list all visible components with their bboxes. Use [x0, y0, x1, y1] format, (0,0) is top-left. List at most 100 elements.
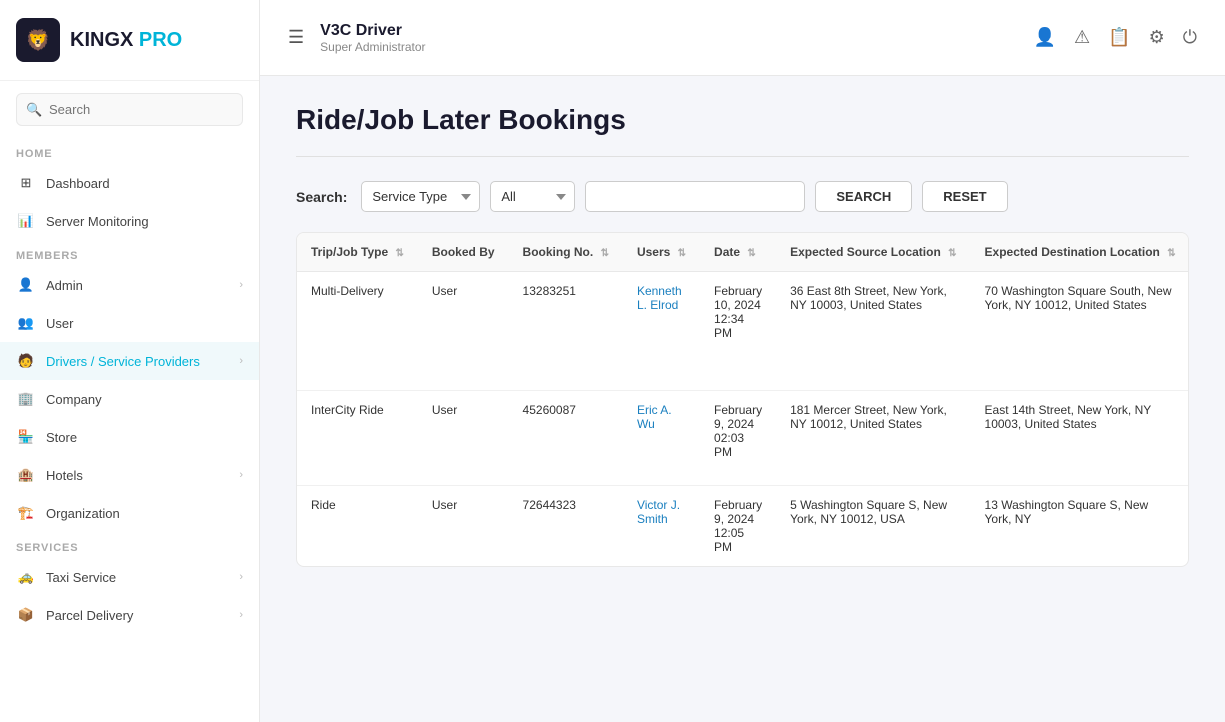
col-date[interactable]: Date ⇅ [700, 233, 776, 272]
sidebar-item-label: Organization [46, 506, 243, 521]
cell-booked-by: User [418, 272, 509, 391]
sort-arrows-date: ⇅ [747, 248, 755, 259]
chevron-icon: › [239, 279, 243, 291]
bookings-table-wrapper: Trip/Job Type ⇅ Booked By Booking No. ⇅ … [296, 232, 1189, 567]
section-label-services: SERVICES [0, 532, 259, 558]
sidebar-item-label: Store [46, 430, 243, 445]
table-row: InterCity Ride User 45260087 Eric A. Wu … [297, 391, 1189, 486]
sidebar-item-user[interactable]: 👥 User [0, 304, 259, 342]
sidebar-item-admin[interactable]: 👤 Admin › [0, 266, 259, 304]
cell-trip-type: InterCity Ride [297, 391, 418, 486]
logo-icon: 🦁 [16, 18, 60, 62]
chevron-icon: › [239, 469, 243, 481]
table-header-row: Trip/Job Type ⇅ Booked By Booking No. ⇅ … [297, 233, 1189, 272]
topbar-left: ☰ V3C Driver Super Administrator [288, 22, 426, 54]
sidebar-item-label: Server Monitoring [46, 214, 243, 229]
user-link[interactable]: Kenneth L. Elrod [637, 284, 682, 312]
menu-icon[interactable]: ☰ [288, 27, 304, 48]
sidebar-item-company[interactable]: 🏢 Company [0, 380, 259, 418]
reset-button[interactable]: RESET [922, 181, 1007, 212]
sidebar-item-label: Hotels [46, 468, 229, 483]
page-title: Ride/Job Later Bookings [296, 104, 1189, 136]
sort-arrows-users: ⇅ [678, 248, 686, 259]
sidebar-item-label: Company [46, 392, 243, 407]
cell-booked-by: User [418, 391, 509, 486]
notes-icon[interactable]: 📋 [1108, 27, 1130, 48]
user-link[interactable]: Eric A. Wu [637, 403, 672, 431]
user-profile-icon[interactable]: 👤 [1034, 27, 1056, 48]
section-label-members: MEMBERS [0, 240, 259, 266]
sort-arrows-trip: ⇅ [395, 248, 403, 259]
sidebar-item-dashboard[interactable]: ⊞ Dashboard [0, 164, 259, 202]
drivers-icon: 🧑 [16, 351, 36, 371]
organization-icon: 🏗️ [16, 503, 36, 523]
cell-destination: 70 Washington Square South, New York, NY… [971, 272, 1189, 391]
chevron-icon: › [239, 609, 243, 621]
cell-source: 36 East 8th Street, New York, NY 10003, … [776, 272, 970, 391]
alert-icon[interactable]: ⚠ [1074, 27, 1090, 48]
col-trip-job-type[interactable]: Trip/Job Type ⇅ [297, 233, 418, 272]
settings-icon[interactable]: ⚙ [1149, 27, 1165, 48]
cell-user: Eric A. Wu [623, 391, 700, 486]
sidebar-item-label: Taxi Service [46, 570, 229, 585]
table-row: Multi-Delivery User 13283251 Kenneth L. … [297, 272, 1189, 391]
cell-user: Kenneth L. Elrod [623, 272, 700, 391]
cell-destination: East 14th Street, New York, NY 10003, Un… [971, 391, 1189, 486]
sidebar-item-label: User [46, 316, 243, 331]
col-destination[interactable]: Expected Destination Location ⇅ [971, 233, 1189, 272]
col-source[interactable]: Expected Source Location ⇅ [776, 233, 970, 272]
content-area: Ride/Job Later Bookings Search: Service … [260, 76, 1225, 722]
sidebar-item-label: Parcel Delivery [46, 608, 229, 623]
cell-booking-no: 72644323 [509, 486, 623, 567]
sort-arrows-dest: ⇅ [1167, 248, 1175, 259]
sidebar-item-label: Admin [46, 278, 229, 293]
chevron-icon: › [239, 355, 243, 367]
cell-booked-by: User [418, 486, 509, 567]
cell-date: February 9, 2024 02:03 PM [700, 391, 776, 486]
all-select[interactable]: All Active Inactive [490, 181, 575, 212]
sidebar-item-drivers-service-providers[interactable]: 🧑 Drivers / Service Providers › [0, 342, 259, 380]
hotels-icon: 🏨 [16, 465, 36, 485]
parcel-icon: 📦 [16, 605, 36, 625]
sidebar-item-organization[interactable]: 🏗️ Organization [0, 494, 259, 532]
search-text-input[interactable] [585, 181, 805, 212]
taxi-icon: 🚕 [16, 567, 36, 587]
search-input[interactable] [16, 93, 243, 126]
server-monitoring-icon: 📊 [16, 211, 36, 231]
service-type-select[interactable]: Service Type Ride InterCity Ride Multi-D… [361, 181, 480, 212]
topbar: ☰ V3C Driver Super Administrator 👤 ⚠ 📋 ⚙… [260, 0, 1225, 76]
sort-arrows-source: ⇅ [948, 248, 956, 259]
cell-booking-no: 45260087 [509, 391, 623, 486]
cell-source: 181 Mercer Street, New York, NY 10012, U… [776, 391, 970, 486]
sidebar-search-wrapper: 🔍 [0, 81, 259, 138]
topbar-driver-name: V3C Driver [320, 22, 425, 40]
sidebar-item-hotels[interactable]: 🏨 Hotels › [0, 456, 259, 494]
cell-trip-type: Multi-Delivery [297, 272, 418, 391]
sidebar-item-parcel-delivery[interactable]: 📦 Parcel Delivery › [0, 596, 259, 634]
sidebar-item-label: Drivers / Service Providers [46, 354, 229, 369]
topbar-title: V3C Driver Super Administrator [320, 22, 425, 54]
cell-trip-type: Ride [297, 486, 418, 567]
sidebar-item-store[interactable]: 🏪 Store [0, 418, 259, 456]
power-icon[interactable]: ⏻ [1183, 27, 1197, 48]
sidebar-item-taxi-service[interactable]: 🚕 Taxi Service › [0, 558, 259, 596]
dashboard-icon: ⊞ [16, 173, 36, 193]
section-label-home: HOME [0, 138, 259, 164]
sort-arrows-booking: ⇅ [601, 248, 609, 259]
company-icon: 🏢 [16, 389, 36, 409]
topbar-role: Super Administrator [320, 40, 425, 54]
cell-destination: 13 Washington Square S, New York, NY [971, 486, 1189, 567]
search-bar: Search: Service Type Ride InterCity Ride… [296, 181, 1189, 212]
sidebar: 🦁 KINGX PRO 🔍 HOME ⊞ Dashboard 📊 Server … [0, 0, 260, 722]
table-row: Ride User 72644323 Victor J. Smith Febru… [297, 486, 1189, 567]
sidebar-item-server-monitoring[interactable]: 📊 Server Monitoring [0, 202, 259, 240]
cell-date: February 9, 2024 12:05 PM [700, 486, 776, 567]
cell-source: 5 Washington Square S, New York, NY 1001… [776, 486, 970, 567]
col-booking-no[interactable]: Booking No. ⇅ [509, 233, 623, 272]
col-users[interactable]: Users ⇅ [623, 233, 700, 272]
user-link[interactable]: Victor J. Smith [637, 498, 680, 526]
search-button[interactable]: SEARCH [815, 181, 912, 212]
logo-text: KINGX PRO [70, 29, 182, 52]
col-booked-by[interactable]: Booked By [418, 233, 509, 272]
store-icon: 🏪 [16, 427, 36, 447]
